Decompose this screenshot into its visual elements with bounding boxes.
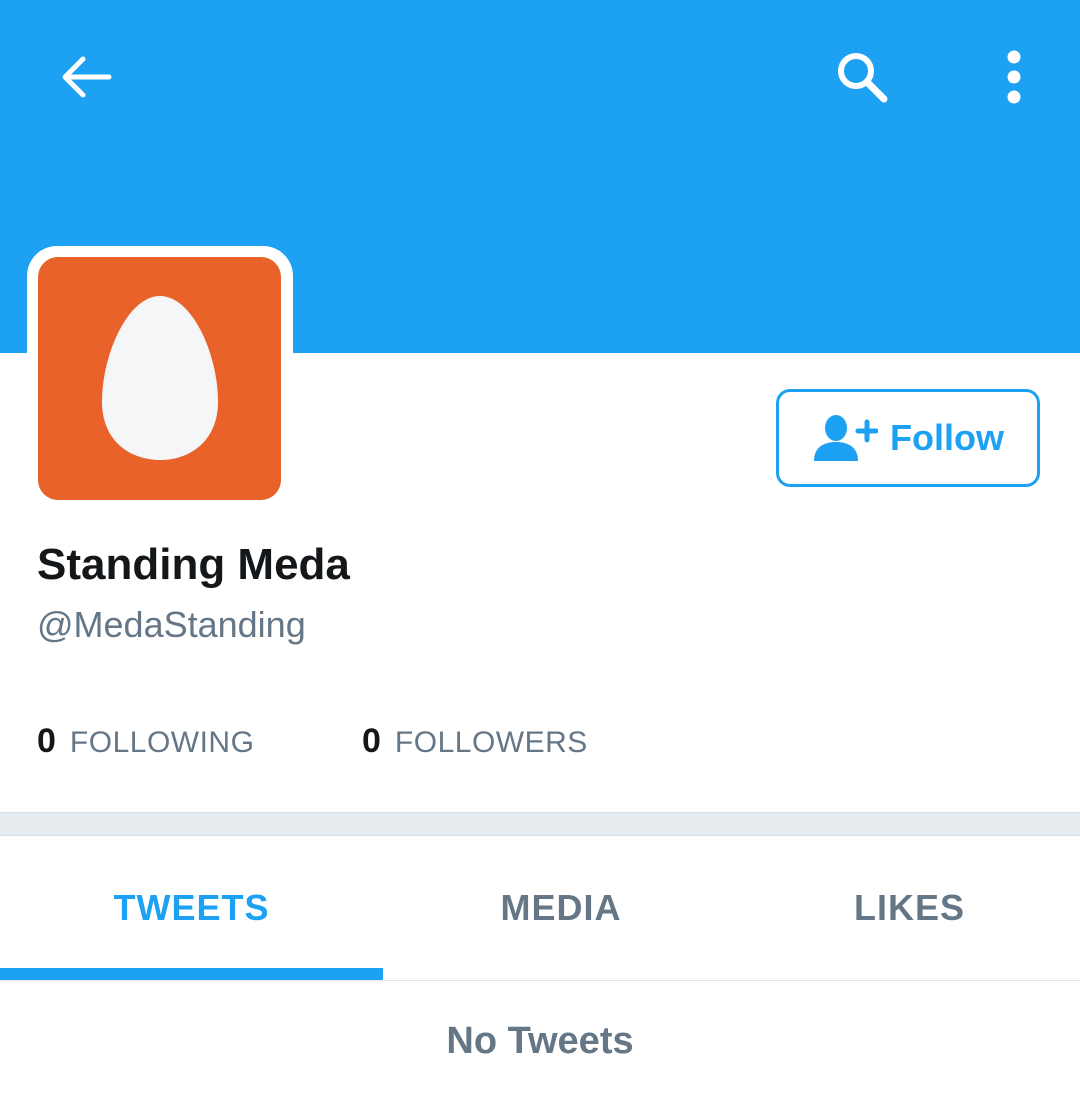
followers-stat[interactable]: 0 FOLLOWERS	[362, 722, 588, 761]
profile-handle: @MedaStanding	[37, 604, 306, 645]
profile-tabs: TWEETS MEDIA LIKES	[0, 836, 1080, 981]
tab-tweets[interactable]: TWEETS	[0, 836, 383, 980]
search-icon	[838, 53, 888, 103]
search-button[interactable]	[826, 44, 898, 110]
active-tab-indicator	[0, 968, 383, 980]
followers-count: 0	[362, 722, 381, 760]
more-options-button[interactable]	[984, 44, 1044, 110]
empty-state-message: No Tweets	[446, 1020, 634, 1062]
tab-media[interactable]: MEDIA	[383, 836, 739, 980]
following-label: FOLLOWING	[69, 726, 255, 759]
profile-display-name: Standing Meda	[37, 540, 350, 589]
back-button[interactable]	[50, 45, 120, 109]
followers-label: FOLLOWERS	[394, 726, 588, 759]
follow-button-label: Follow	[890, 417, 1004, 458]
arrow-left-icon	[62, 56, 112, 98]
add-user-icon	[814, 415, 878, 461]
following-stat[interactable]: 0 FOLLOWING	[37, 722, 254, 761]
follow-button[interactable]: Follow	[776, 389, 1040, 487]
section-divider	[0, 812, 1080, 836]
more-vertical-icon	[1007, 50, 1021, 104]
tab-likes[interactable]: LIKES	[739, 836, 1080, 980]
egg-icon	[101, 295, 218, 460]
avatar[interactable]	[38, 257, 281, 500]
following-count: 0	[37, 722, 56, 760]
